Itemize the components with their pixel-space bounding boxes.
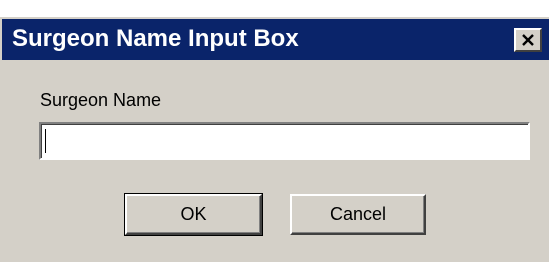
dialog-window: Surgeon Name Input Box Surgeon Name OK C… <box>0 17 549 262</box>
window-title: Surgeon Name Input Box <box>12 25 299 52</box>
close-button[interactable] <box>514 28 542 52</box>
ok-button[interactable]: OK <box>124 193 263 236</box>
surgeon-name-input[interactable] <box>39 122 530 160</box>
surgeon-name-label: Surgeon Name <box>40 90 162 110</box>
title-bar[interactable]: Surgeon Name Input Box <box>2 19 549 60</box>
text-caret <box>45 129 46 153</box>
close-icon <box>522 34 534 46</box>
cancel-button[interactable]: Cancel <box>290 194 426 235</box>
